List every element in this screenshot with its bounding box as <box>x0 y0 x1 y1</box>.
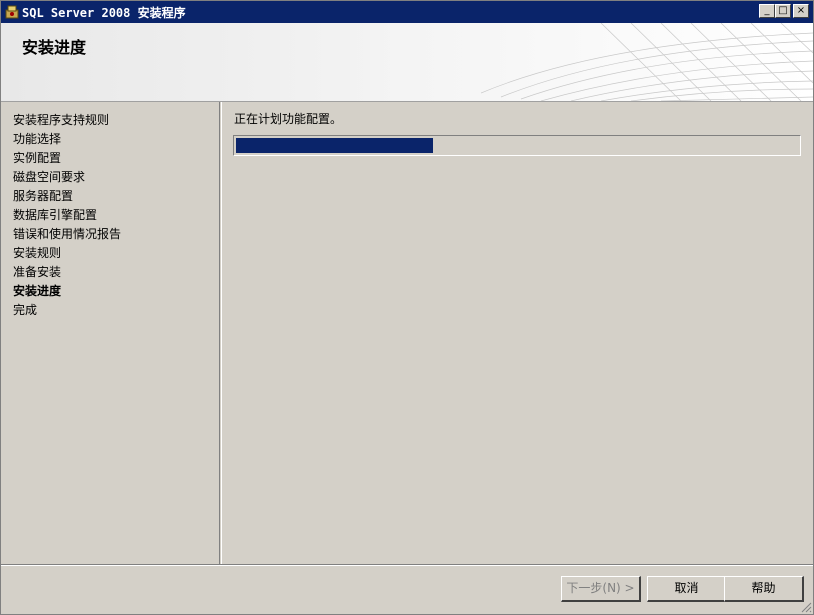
sidebar-step: 完成 <box>13 303 38 317</box>
sidebar-step: 服务器配置 <box>13 189 74 203</box>
cancel-button[interactable]: 取消 <box>647 576 727 602</box>
help-button[interactable]: 帮助 <box>724 576 804 602</box>
step-list: 安装程序支持规则 功能选择实例配置磁盘空间要求 服务器配置数据库引擎配置错误和使用情… <box>13 111 121 320</box>
minimize-button[interactable]: _ <box>759 4 775 18</box>
title-bar[interactable]: SQL Server 2008 安装程序 _ □ × <box>1 1 813 23</box>
steps-sidebar: 安装程序支持规则 功能选择实例配置磁盘空间要求 服务器配置数据库引擎配置错误和使用情… <box>1 102 220 564</box>
next-button[interactable]: 下一步(N) > <box>561 576 641 602</box>
page-title: 安装进度 <box>22 38 87 57</box>
sidebar-step: 错误和使用情况报告 <box>13 227 122 241</box>
sidebar-step: 实例配置 <box>13 151 62 165</box>
sidebar-step: 功能选择 <box>13 132 62 146</box>
sidebar-step: 准备安装 <box>13 265 62 279</box>
sidebar-step: 安装规则 <box>13 246 62 260</box>
maximize-button[interactable]: □ <box>775 4 791 18</box>
close-button[interactable]: × <box>793 4 809 18</box>
sidebar-step: 安装程序支持规则 <box>13 113 110 127</box>
status-text: 正在计划功能配置。 <box>234 112 343 126</box>
sidebar-step: 数据库引擎配置 <box>13 208 98 222</box>
resize-grip-icon[interactable] <box>800 601 812 613</box>
sql-server-icon <box>5 5 19 19</box>
progress-fill <box>236 138 433 153</box>
sidebar-step: 安装进度 <box>13 284 62 298</box>
sidebar-step: 磁盘空间要求 <box>13 170 86 184</box>
window-title: SQL Server 2008 安装程序 <box>22 6 186 20</box>
main-content: 正在计划功能配置。 <box>222 102 813 564</box>
footer-divider-highlight <box>1 565 813 566</box>
header-decoration <box>481 23 813 101</box>
page-header: 安装进度 <box>1 23 813 102</box>
progress-bar <box>233 135 801 156</box>
installer-window: SQL Server 2008 安装程序 _ □ × 安装进度 安装程序支持规则… <box>0 0 814 615</box>
